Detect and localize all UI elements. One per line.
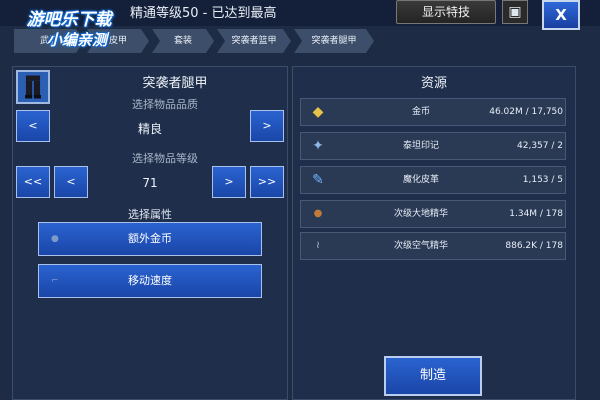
mastery-title: 精通等级50 - 已达到最高 (130, 6, 277, 21)
resource-row-leather: ✎ 魔化皮革 1,153 / 5 (300, 166, 566, 194)
gold-coins-icon: ◆ (312, 104, 324, 120)
titan-seal-icon: ✦ (312, 138, 324, 154)
earth-essence-icon: ● (313, 208, 323, 219)
breadcrumb-item-raider-chest[interactable]: 突袭者篮甲 (217, 29, 291, 53)
attribute-move-speed-button[interactable]: ⌐ 移动速度 (38, 264, 262, 298)
resource-name: 次级大地精华 (393, 209, 448, 219)
level-last-button[interactable]: >> (250, 166, 284, 198)
attribute-extra-gold-button[interactable]: ● 额外金币 (38, 222, 262, 256)
craft-button[interactable]: 制造 (384, 356, 482, 396)
level-value: 71 (142, 176, 158, 190)
resource-name: 次级空气精华 (393, 241, 448, 251)
breadcrumb-item-raider-legs[interactable]: 突袭者腿甲 (294, 29, 374, 53)
resources-title: 资源 (420, 76, 447, 91)
item-name: 突袭者腿甲 (142, 76, 208, 91)
watermark-line2: 小编亲测 (46, 31, 107, 49)
resource-row-titan-seal: ✦ 泰坦印记 42,357 / 2 (300, 132, 566, 160)
resource-row-air-essence: ≀ 次级空气精华 886.2K / 178 (300, 232, 566, 260)
air-essence-icon: ≀ (316, 240, 320, 251)
resource-value: 886.2K / 178 (505, 241, 563, 251)
attribute-label: 选择属性 (128, 208, 172, 221)
level-label: 选择物品等级 (132, 152, 198, 165)
resource-value: 42,357 / 2 (517, 141, 563, 151)
resource-value: 1.34M / 178 (509, 209, 563, 219)
quality-label: 选择物品品质 (132, 98, 198, 111)
quality-next-button[interactable]: > (250, 110, 284, 142)
show-skills-button[interactable]: 显示特技 (396, 0, 496, 24)
chest-icon[interactable]: ▣ (502, 0, 528, 24)
leather-scroll-icon: ✎ (312, 172, 324, 188)
watermark: 游吧乐下载 小编亲测 (4, 10, 134, 66)
resource-row-earth-essence: ● 次级大地精华 1.34M / 178 (300, 200, 566, 228)
resource-value: 46.02M / 17,750 (489, 107, 563, 117)
resource-name: 金币 (411, 107, 430, 117)
quality-prev-button[interactable]: < (16, 110, 50, 142)
attribute-option-label: 额外金币 (128, 232, 172, 245)
resource-value: 1,153 / 5 (522, 175, 563, 185)
coin-bag-icon: ● (51, 234, 59, 244)
quality-value: 精良 (137, 122, 162, 136)
level-first-button[interactable]: << (16, 166, 50, 198)
attribute-option-label: 移动速度 (128, 274, 172, 287)
watermark-line1: 游吧乐下载 (26, 10, 112, 30)
close-button[interactable]: X (542, 0, 580, 30)
resource-row-gold: ◆ 金币 46.02M / 17,750 (300, 98, 566, 126)
boot-icon: ⌐ (51, 276, 59, 286)
resource-name: 泰坦印记 (402, 141, 439, 151)
resource-name: 魔化皮革 (402, 175, 439, 185)
leg-armor-icon (16, 70, 50, 104)
breadcrumb-item-set[interactable]: 套装 (152, 29, 214, 53)
level-prev-button[interactable]: < (54, 166, 88, 198)
level-next-button[interactable]: > (212, 166, 246, 198)
